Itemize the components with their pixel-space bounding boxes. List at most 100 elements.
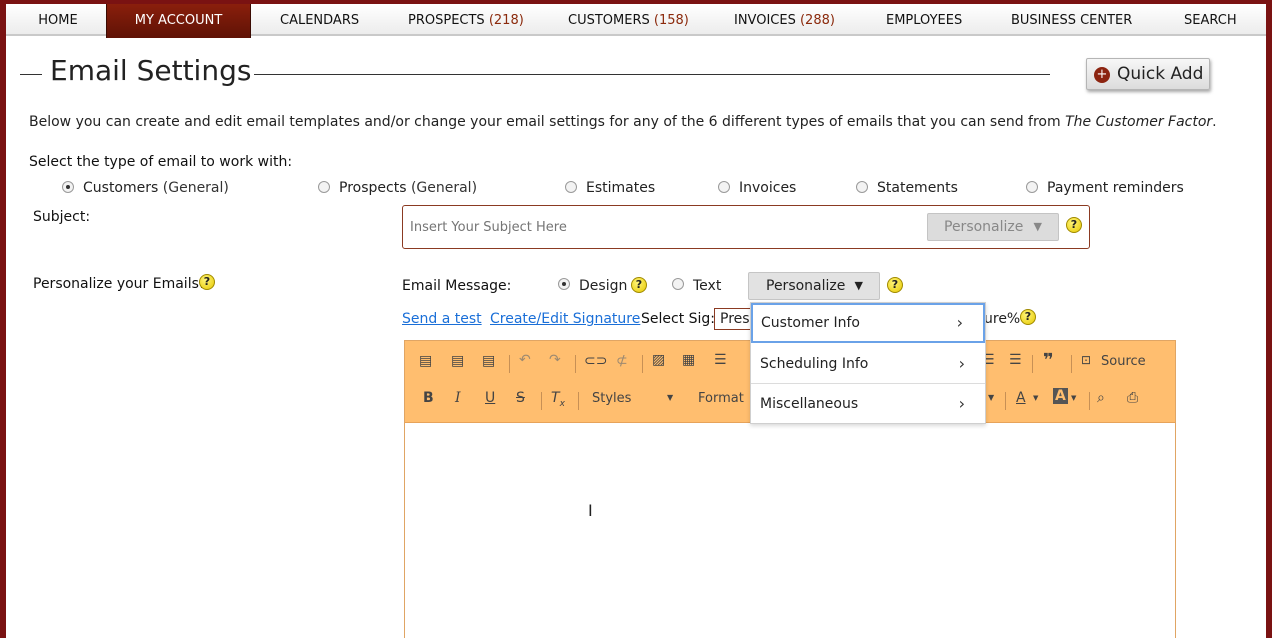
nav-business-center[interactable]: BUSINESS CENTER (1011, 6, 1132, 36)
personalize-menu: Customer Info › Scheduling Info › Miscel… (750, 302, 986, 424)
nav-label: INVOICES (734, 13, 796, 28)
radio-label-customers: Customers (General) (83, 180, 229, 196)
intro-body: Below you can create and edit email temp… (29, 114, 1066, 130)
radio-label-payment-reminders: Payment reminders (1047, 180, 1184, 196)
preview-icon[interactable]: ⌕ (1097, 390, 1105, 406)
send-test-link[interactable]: Send a test (402, 311, 482, 327)
table-icon[interactable]: ▦ (682, 352, 695, 368)
remove-format-icon[interactable]: Tx (551, 390, 565, 409)
toolbar-separator (1032, 355, 1033, 373)
nav-my-account[interactable]: MY ACCOUNT (106, 4, 251, 38)
unlink-icon[interactable]: ⊄ (616, 353, 628, 369)
radio-estimates[interactable] (565, 181, 577, 193)
toolbar-separator (1089, 392, 1090, 410)
radio-label-estimates: Estimates (586, 180, 656, 196)
radio-invoices[interactable] (718, 181, 730, 193)
italic-icon[interactable]: I (455, 390, 461, 406)
signature-select[interactable]: Press (714, 308, 754, 330)
option-label: Prospects (339, 180, 407, 196)
chevron-right-icon: › (958, 394, 965, 413)
nav-label: SEARCH (1184, 13, 1237, 28)
caret-down-icon: ▼ (854, 279, 863, 292)
radio-statements[interactable] (856, 181, 868, 193)
nav-label: CALENDARS (280, 13, 360, 28)
menu-item-scheduling-info[interactable]: Scheduling Info › (751, 344, 985, 384)
source-button[interactable]: Source (1101, 354, 1146, 369)
link-icon[interactable]: ⊂⊃ (584, 353, 607, 369)
email-message-label: Email Message: (402, 278, 512, 294)
subject-label: Subject: (33, 209, 91, 225)
nav-calendars[interactable]: CALENDARS (280, 6, 359, 36)
nav-count: (218) (488, 13, 524, 28)
top-nav: HOME MY ACCOUNT CALENDARS PROSPECTS (218… (6, 4, 1266, 38)
help-icon[interactable]: ? (631, 277, 647, 293)
toolbar-separator (642, 355, 643, 373)
intro-text: Below you can create and edit email temp… (29, 114, 1217, 130)
nav-label: MY ACCOUNT (134, 13, 223, 28)
toolbar-separator (1071, 355, 1072, 373)
caret-down-icon: ▼ (1071, 394, 1077, 402)
align-right-icon[interactable]: ☰ (1009, 352, 1022, 368)
title-divider (254, 74, 1050, 75)
nav-label: BUSINESS CENTER (1011, 13, 1133, 28)
help-icon[interactable]: ? (1020, 309, 1036, 325)
nav-home[interactable]: HOME (36, 6, 80, 36)
blockquote-icon[interactable]: ❞ (1043, 350, 1054, 371)
paste-text-icon[interactable]: ▤ (451, 353, 464, 369)
text-color-icon[interactable]: A (1016, 390, 1026, 406)
nav-invoices[interactable]: INVOICES (288) (734, 6, 835, 36)
image-icon[interactable]: ▨ (652, 352, 665, 368)
nav-prospects[interactable]: PROSPECTS (218) (408, 6, 524, 36)
toolbar-separator (541, 392, 542, 410)
source-icon[interactable]: ⊡ (1081, 353, 1091, 367)
format-dropdown[interactable]: Format (698, 391, 744, 406)
bold-icon[interactable]: B (423, 390, 434, 406)
quick-add-button[interactable]: + Quick Add (1086, 58, 1210, 90)
radio-prospects[interactable] (318, 181, 330, 193)
help-icon[interactable]: ? (887, 277, 903, 293)
edit-signature-link[interactable]: Create/Edit Signature (490, 311, 640, 327)
paste-word-icon[interactable]: ▤ (482, 353, 495, 369)
help-icon[interactable]: ? (199, 274, 215, 290)
caret-down-icon: ▼ (988, 393, 995, 402)
select-sig-label: Select Sig: (641, 311, 716, 327)
background-color-icon[interactable]: A (1053, 388, 1068, 404)
undo-icon[interactable]: ↶ (519, 352, 531, 368)
subject-input[interactable] (404, 207, 924, 247)
nav-employees[interactable]: EMPLOYEES (886, 6, 962, 36)
toolbar-separator (1005, 392, 1006, 410)
message-personalize-button[interactable]: Personalize ▼ (748, 272, 880, 300)
styles-dropdown[interactable]: Styles (592, 391, 631, 406)
menu-item-miscellaneous[interactable]: Miscellaneous › (751, 384, 985, 424)
menu-item-customer-info[interactable]: Customer Info › (751, 303, 985, 343)
horizontal-line-icon[interactable]: ☰ (714, 352, 727, 368)
nav-count: (158) (653, 13, 689, 28)
chevron-right-icon: › (958, 354, 965, 373)
radio-design[interactable] (558, 278, 570, 290)
menu-item-label: Scheduling Info (760, 356, 869, 372)
editor-content-area[interactable]: I (405, 424, 1175, 638)
strikethrough-icon[interactable]: S (516, 390, 525, 406)
radio-customers[interactable] (62, 181, 74, 193)
nav-search[interactable]: SEARCH (1184, 6, 1237, 36)
radio-payment-reminders[interactable] (1026, 181, 1038, 193)
radio-text[interactable] (672, 278, 684, 290)
personalize-label: Personalize (944, 219, 1024, 235)
design-label: Design (579, 278, 628, 294)
print-icon[interactable]: ⎙ (1127, 390, 1138, 406)
plus-icon: + (1094, 67, 1110, 83)
nav-customers[interactable]: CUSTOMERS (158) (568, 6, 689, 36)
paste-icon[interactable]: ▤ (419, 353, 432, 369)
menu-item-label: Customer Info (761, 315, 860, 331)
quick-add-label: Quick Add (1117, 64, 1204, 84)
subject-personalize-button[interactable]: Personalize ▼ (927, 213, 1059, 241)
help-icon[interactable]: ? (1066, 217, 1082, 233)
radio-label-invoices: Invoices (739, 180, 797, 196)
option-paren: (General) (162, 180, 229, 196)
redo-icon[interactable]: ↷ (549, 352, 561, 368)
signature-suffix-text: ure% (984, 311, 1021, 327)
underline-icon[interactable]: U (485, 390, 495, 406)
email-type-label: Select the type of email to work with: (29, 154, 293, 170)
subject-field: Personalize ▼ (402, 205, 1090, 249)
brand-name: The Customer Factor (1065, 114, 1213, 130)
